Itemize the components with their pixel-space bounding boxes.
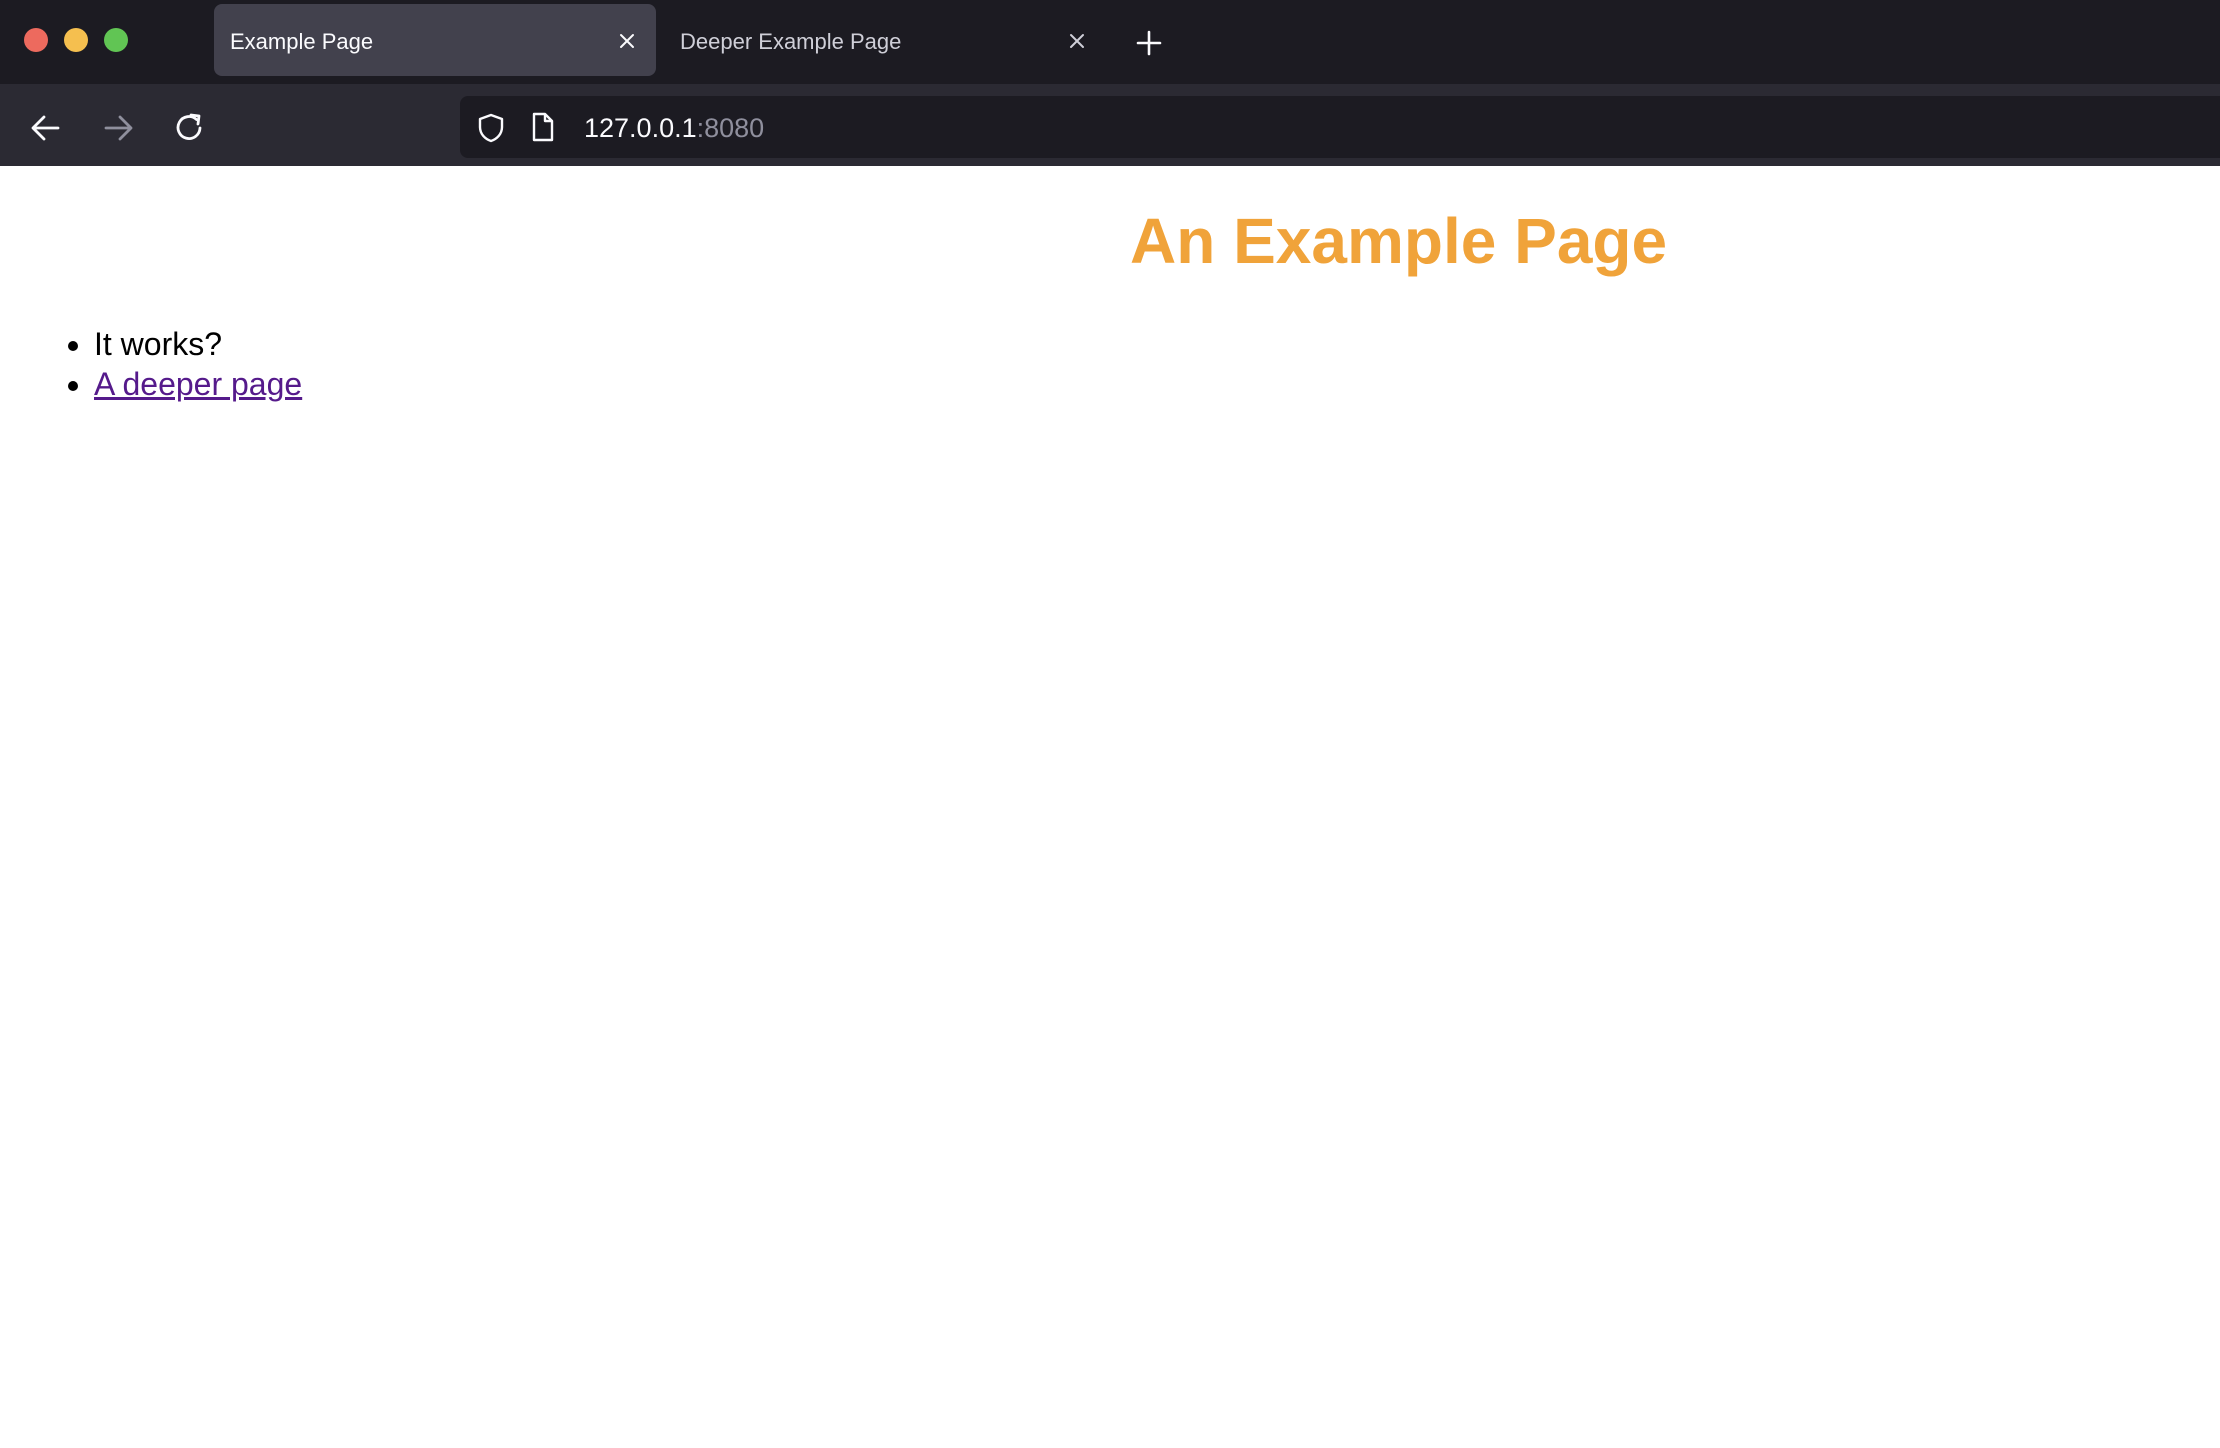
item-list: It works? A deeper page xyxy=(0,324,302,404)
navigation-toolbar: 127.0.0.1:8080 xyxy=(0,84,2220,166)
reload-icon[interactable] xyxy=(170,108,210,148)
list-item-text: It works? xyxy=(94,326,223,362)
tab-title: Deeper Example Page xyxy=(680,29,902,54)
list-item: It works? xyxy=(94,324,302,364)
tab-example-page[interactable]: Example Page xyxy=(214,4,656,76)
tab-deeper-example-page[interactable]: Deeper Example Page xyxy=(664,4,1106,76)
address-bar[interactable]: 127.0.0.1:8080 xyxy=(460,96,2220,158)
window-maximize-button[interactable] xyxy=(104,28,128,52)
browser-window: Example Page Deeper Example Page 127.0.0… xyxy=(0,0,2220,1448)
deeper-page-link[interactable]: A deeper page xyxy=(94,366,302,402)
page-icon[interactable] xyxy=(530,111,556,143)
url-text[interactable]: 127.0.0.1:8080 xyxy=(584,113,764,143)
plus-icon[interactable] xyxy=(1132,26,1166,60)
page-content: An Example Page It works? A deeper page xyxy=(0,166,2220,1448)
url-host: 127.0.0.1 xyxy=(584,113,697,143)
close-icon[interactable] xyxy=(1066,30,1088,52)
arrow-right-icon[interactable] xyxy=(98,108,138,148)
url-port: :8080 xyxy=(696,113,765,143)
tab-title: Example Page xyxy=(230,29,374,54)
list-item: A deeper page xyxy=(94,364,302,404)
arrow-left-icon[interactable] xyxy=(26,108,66,148)
page-title: An Example Page xyxy=(1130,205,1668,277)
window-minimize-button[interactable] xyxy=(64,28,88,52)
close-icon[interactable] xyxy=(616,30,638,52)
window-close-button[interactable] xyxy=(24,28,48,52)
tab-strip: Example Page Deeper Example Page xyxy=(0,0,2220,84)
shield-icon[interactable] xyxy=(476,112,506,144)
